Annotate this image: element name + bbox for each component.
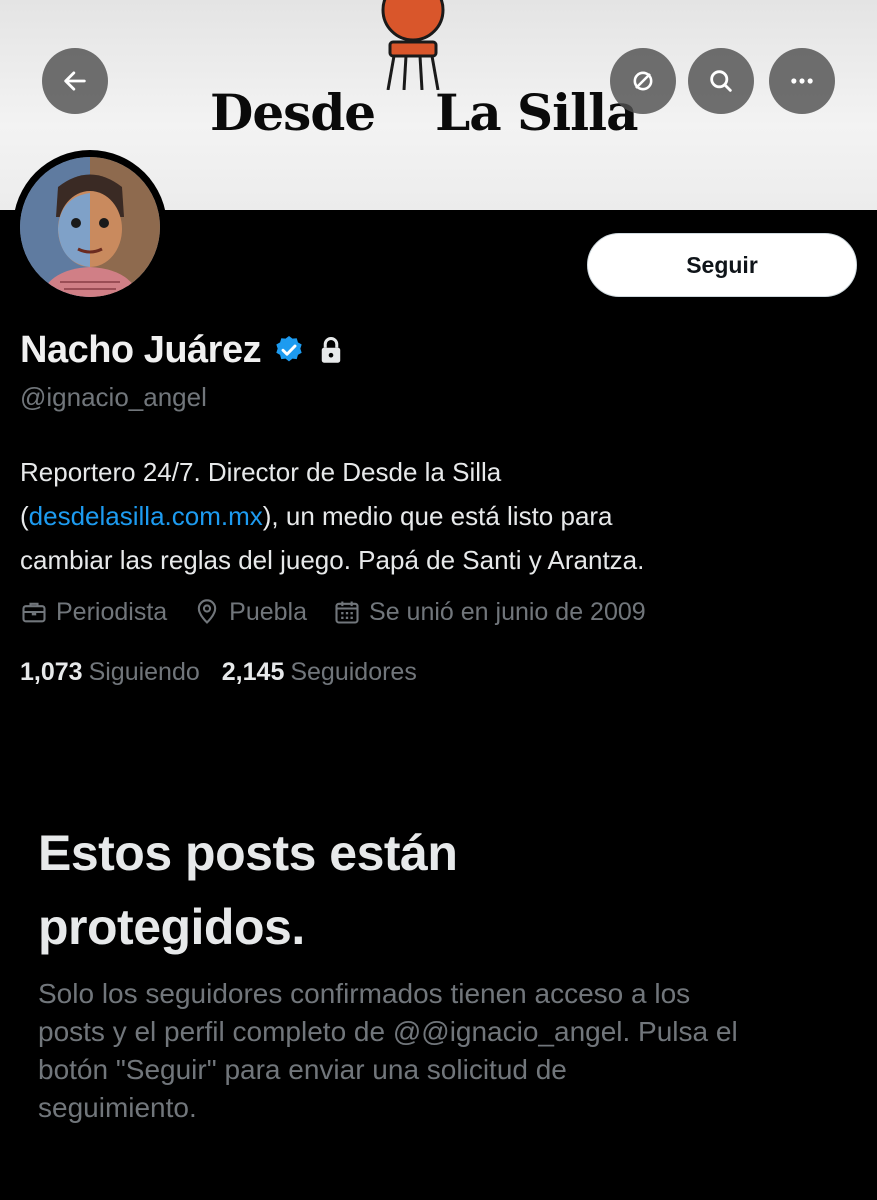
meta-profession: Periodista <box>20 598 167 627</box>
protected-desc-line: Solo los seguidores confirmados tienen a… <box>38 978 691 1009</box>
search-icon <box>710 70 732 92</box>
profile-name-row: Nacho Juárez <box>20 324 345 376</box>
followers-label: Seguidores <box>290 657 417 686</box>
back-button[interactable] <box>42 48 108 114</box>
bio-line: cambiar las reglas del juego. Papá de Sa… <box>20 545 645 575</box>
avatar-portrait <box>20 157 160 297</box>
search-button[interactable] <box>688 48 754 114</box>
protected-desc-line: posts y el perfil completo de @@ignacio_… <box>38 1016 738 1047</box>
logo-text-left: Desde <box>210 83 376 142</box>
verified-badge-icon <box>273 334 305 366</box>
grok-button[interactable] <box>610 48 676 114</box>
location-text: Puebla <box>229 597 308 626</box>
slashed-circle-icon <box>633 71 653 91</box>
profile-name: Nacho Juárez <box>20 328 262 371</box>
joined-text: Se unió en junio de 2009 <box>369 597 646 626</box>
chair-illustration <box>381 0 445 90</box>
bio-line: (desdelasilla.com.mx), un medio que está… <box>20 494 860 538</box>
profile-avatar[interactable] <box>13 150 167 304</box>
more-horizontal-icon <box>791 78 813 84</box>
protected-title-line: Estos posts están <box>38 825 458 881</box>
follow-button[interactable]: Seguir <box>587 233 857 297</box>
calendar-icon <box>335 601 359 624</box>
desde-la-silla-logo: Desde La Silla <box>210 78 680 148</box>
bio-line: Reportero 24/7. Director de Desde la Sil… <box>20 457 502 487</box>
profession-text: Periodista <box>56 597 168 626</box>
followers-link[interactable]: 2,145 Seguidores <box>222 658 417 687</box>
protected-desc-line: botón "Seguir" para enviar una solicitud… <box>38 1054 567 1085</box>
meta-location: Puebla <box>193 598 307 627</box>
protected-title-line: protegidos. <box>38 899 305 955</box>
bio-text: ), un medio que está listo para <box>262 501 613 531</box>
profile-meta: Periodista Puebla Se unió en junio de 20… <box>20 592 672 632</box>
profile-handle: @ignacio_angel <box>20 382 207 412</box>
following-label: Siguiendo <box>88 657 200 686</box>
lock-icon <box>317 335 345 365</box>
protected-description: Solo los seguidores confirmados tienen a… <box>38 975 848 1127</box>
protected-desc-line: seguimiento. <box>38 1092 197 1123</box>
following-count: 1,073 <box>20 657 83 686</box>
bio-paren: ( <box>20 501 29 531</box>
followers-count: 2,145 <box>221 657 285 686</box>
arrow-left-icon <box>64 71 86 91</box>
logo-text-right: La Silla <box>435 83 638 142</box>
location-pin-icon <box>197 599 217 624</box>
profile-stats: 1,073 Siguiendo 2,145 Seguidores <box>20 652 439 692</box>
meta-joined: Se unió en junio de 2009 <box>333 598 646 627</box>
protected-title: Estos posts están protegidos. <box>38 816 838 964</box>
profile-bio: Reportero 24/7. Director de Desde la Sil… <box>20 450 860 582</box>
more-button[interactable] <box>769 48 835 114</box>
bio-website-link[interactable]: desdelasilla.com.mx <box>29 501 263 531</box>
following-link[interactable]: 1,073 Siguiendo <box>20 658 200 687</box>
briefcase-icon <box>22 602 46 623</box>
